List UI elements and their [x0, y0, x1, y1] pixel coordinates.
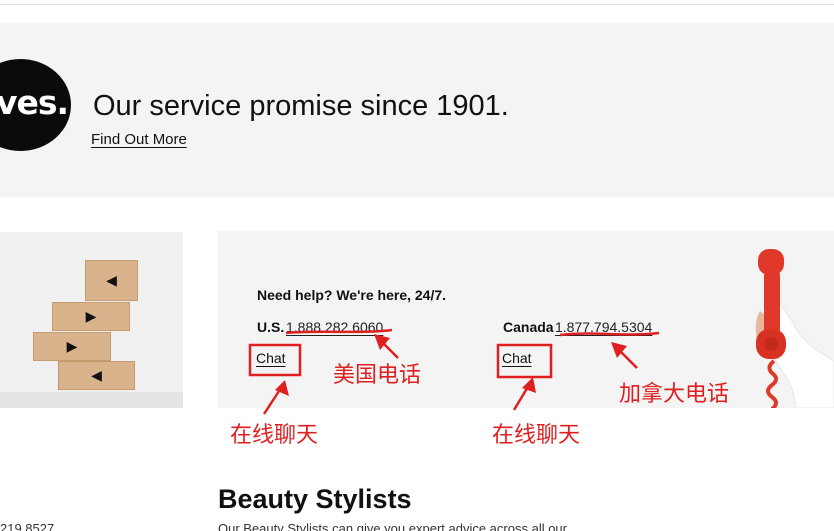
arrow-right-icon: ▶ [66, 338, 78, 355]
arrow-right-icon: ▶ [85, 308, 97, 325]
annotation-us-phone: 美国电话 [333, 363, 422, 388]
chat-canada-link[interactable]: Chat [502, 350, 532, 366]
annotation-chat-canada: 在线聊天 [492, 423, 581, 448]
promise-title: Our service promise since 1901. [93, 90, 509, 122]
annotation-canada-phone: 加拿大电话 [619, 382, 730, 407]
box-top: ◀ [85, 260, 138, 301]
help-heading: Need help? We're here, 24/7. [257, 287, 447, 303]
logo-text: ves. [0, 83, 69, 122]
top-divider [0, 4, 834, 5]
arrow-left-icon: ◀ [106, 272, 117, 289]
box-third: ▶ [33, 332, 111, 361]
beauty-stylists-description: Our Beauty Stylists can give you expert … [218, 521, 567, 531]
canada-label: Canada [503, 319, 554, 335]
telephone-handset-icon [755, 249, 834, 408]
service-promise-banner: ves. Our service promise since 1901. Fin… [0, 23, 834, 197]
box-second: ▶ [52, 302, 130, 331]
partial-phone-text: 219.8527 [0, 521, 55, 531]
beauty-stylists-title: Beauty Stylists [218, 484, 412, 514]
contact-help-panel: Need help? We're here, 24/7. U.S. 1.888.… [218, 231, 834, 408]
box-bottom: ◀ [58, 361, 135, 390]
arrow-left-icon: ◀ [91, 367, 102, 384]
find-out-more-link[interactable]: Find Out More [91, 131, 187, 148]
shipping-boxes-image: ◀ ▶ ▶ ◀ [0, 232, 183, 408]
us-phone-link[interactable]: 1.888.282.6060 [286, 319, 383, 335]
chat-us-link[interactable]: Chat [256, 350, 286, 366]
annotation-chat-us: 在线聊天 [230, 423, 319, 448]
canada-phone-link[interactable]: 1.877.794.5304 [555, 319, 652, 335]
brand-logo: ves. [0, 59, 71, 151]
shelf-shadow [0, 392, 183, 408]
us-label: U.S. [257, 319, 285, 335]
